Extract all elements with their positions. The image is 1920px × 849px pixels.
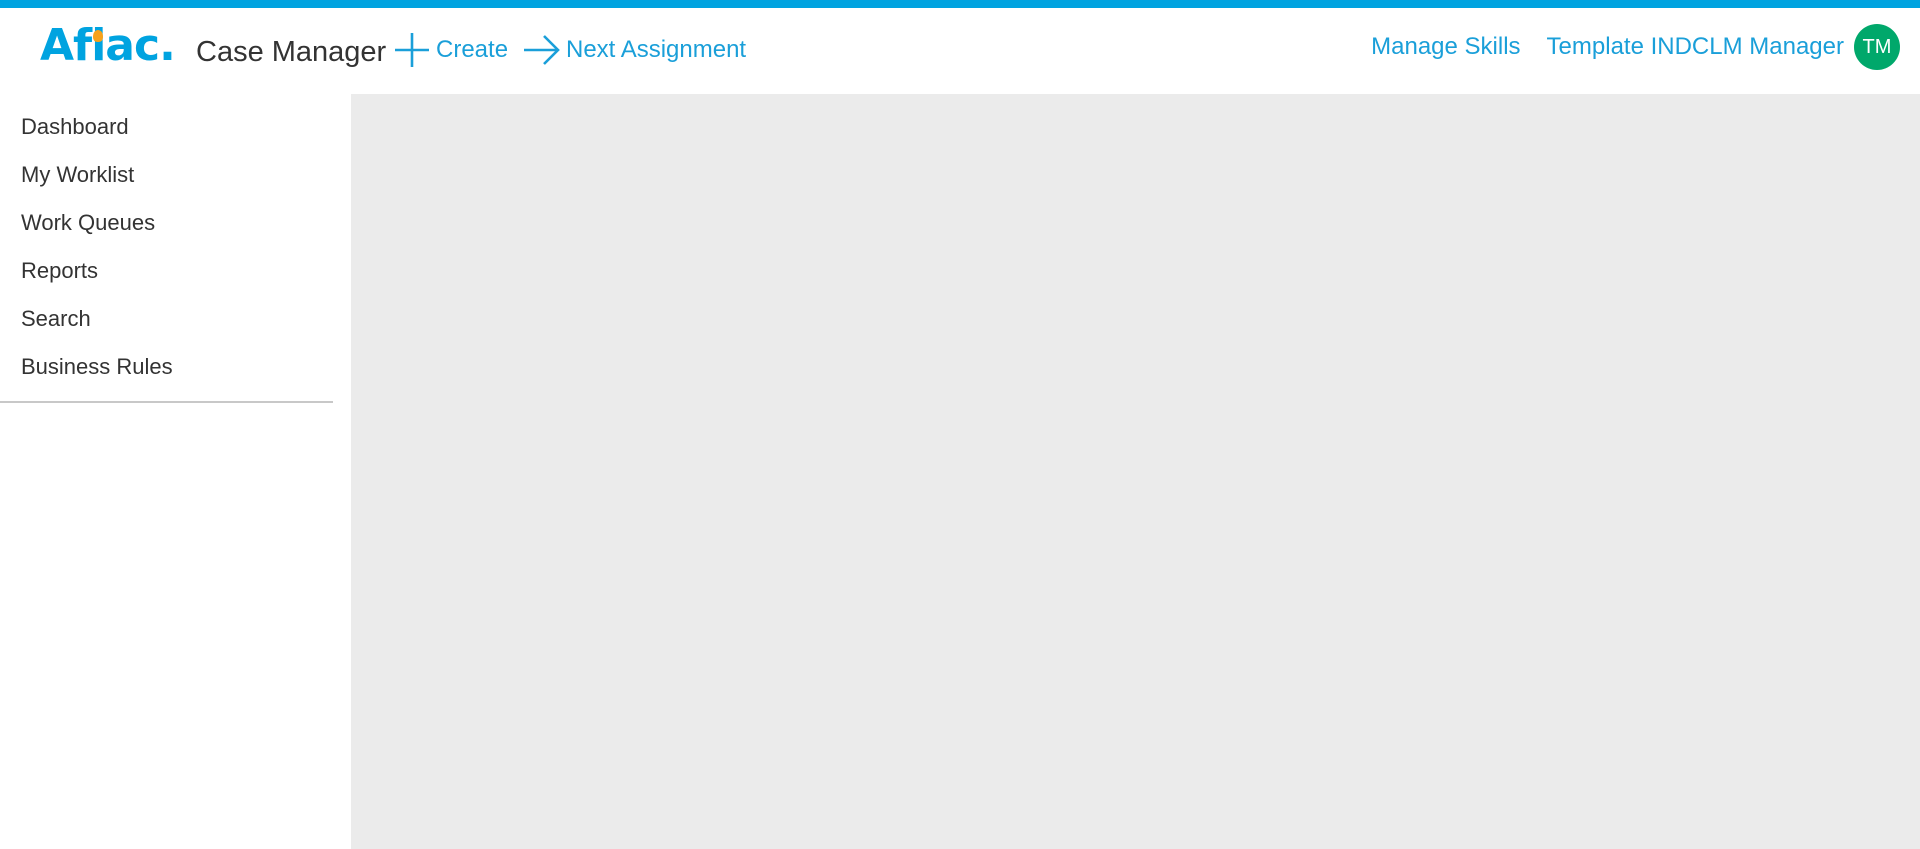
sidebar-item-search[interactable]: Search [0,295,333,343]
sidebar-nav-list: Dashboard My Worklist Work Queues Report… [0,94,333,391]
sidebar-item-work-queues[interactable]: Work Queues [0,199,333,247]
arrow-right-icon [524,35,560,65]
plus-icon [395,33,429,67]
main-content-area [351,94,1920,849]
create-label: Create [436,36,509,63]
next-assignment-label: Next Assignment [566,36,747,63]
sidebar: Dashboard My Worklist Work Queues Report… [0,94,333,849]
sidebar-item-my-worklist[interactable]: My Worklist [0,151,333,199]
create-button[interactable]: Create [392,30,508,70]
manage-skills-link[interactable]: Manage Skills [1371,27,1520,67]
top-accent-bar [0,0,1920,8]
user-name-link[interactable]: Template INDCLM Manager [1547,27,1844,67]
avatar[interactable]: TM [1854,24,1900,70]
app-title: Case Manager [196,36,387,68]
aflac-logo[interactable]: Afl ac. [40,18,176,74]
sidebar-item-reports[interactable]: Reports [0,247,333,295]
sidebar-divider [0,401,333,403]
header-user-area: Manage Skills Template INDCLM Manager TM [1371,24,1900,70]
avatar-initials: TM [1862,35,1892,58]
sidebar-item-dashboard[interactable]: Dashboard [0,103,333,151]
sidebar-item-business-rules[interactable]: Business Rules [0,343,333,391]
logo-text: Afl ac. [40,20,176,71]
next-assignment-button[interactable]: Next Assignment [522,30,746,70]
app-header: Afl ac. Case Manager Create Next Assignme… [0,8,1920,94]
